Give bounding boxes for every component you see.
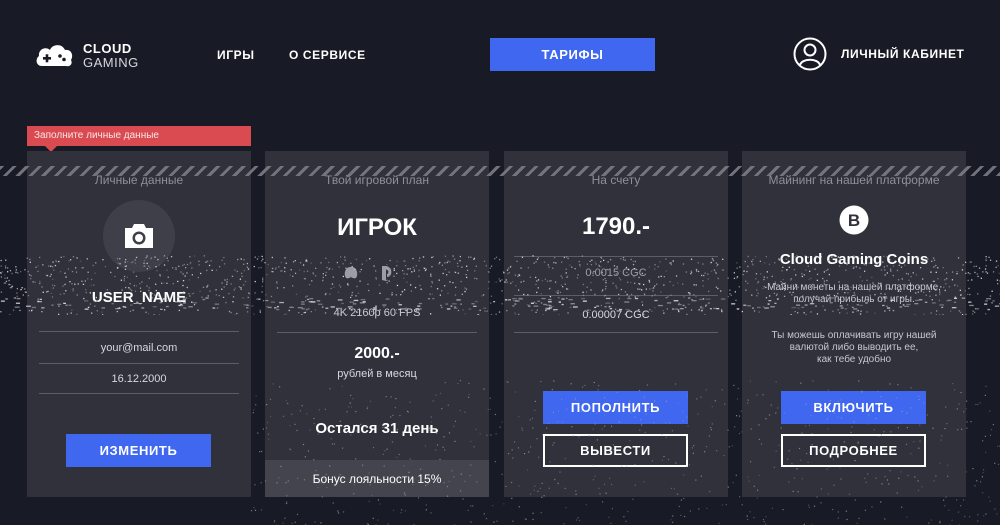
mining-text-line: как тебе удобно [816,354,892,365]
email-field: your@mail.com [100,342,178,354]
avatar-upload[interactable] [103,200,175,272]
withdraw-button[interactable]: ВЫВЕСТИ [543,434,688,467]
topup-button[interactable]: ПОПОЛНИТЬ [543,391,688,424]
logo-text-gaming: GAMING [83,55,139,70]
user-circle-icon [793,37,827,71]
balance-sub: 0.0015 CGC [585,267,647,279]
platform-logos-icon [344,266,392,281]
coin-name: Cloud Gaming Coins [779,251,929,268]
profile-card: Личные данные USER_NAME your@mail.com 16… [27,151,251,497]
nav-tariffs-button[interactable]: ТАРИФЫ [490,38,655,71]
divider [514,295,718,296]
striped-band [0,166,1000,176]
mining-text-line: получай прибыль от игры. [793,294,915,305]
nav-about[interactable]: О СЕРВИСЕ [289,48,366,62]
edit-profile-button[interactable]: ИЗМЕНИТЬ [66,434,211,467]
coins-amount: 0.00007 CGC [582,309,650,321]
mining-payment-info: Ты можешь оплачивать игру нашей валютой … [742,330,966,366]
birthdate-field: 16.12.2000 [111,373,167,385]
mining-text-line: валютой либо выводить ее, [789,342,919,353]
enable-mining-button[interactable]: ВКЛЮЧИТЬ [781,391,926,424]
mining-text-line: Ты можешь оплачивать игру нашей [771,330,937,341]
gamepad-cloud-icon [36,45,73,67]
mining-description: Майни монеты на нашей платформе, получай… [742,282,966,306]
account-link[interactable]: ЛИЧНЫЙ КАБИНЕТ [793,37,965,71]
account-label: ЛИЧНЫЙ КАБИНЕТ [841,47,965,61]
divider [39,393,239,394]
plan-remaining: Остался 31 день [315,420,439,437]
divider [277,332,477,333]
plan-name: ИГРОК [337,214,417,241]
balance-card: На счету 1790.- 0.0015 CGC 0.00007 CGC П… [504,151,728,497]
nav-games[interactable]: ИГРЫ [217,48,255,62]
divider [514,332,718,333]
divider [39,331,239,332]
logo-text-cloud: CLOUD [83,41,132,56]
platform-icons [265,264,489,284]
more-info-button[interactable]: ПОДРОБНЕЕ [781,434,926,467]
plan-price-unit: рублей в месяц [337,368,417,380]
mining-text-line: Майни монеты на нашей платформе, [767,282,941,293]
divider [514,256,718,257]
plan-quality: 4K 2160p 60 FPS [333,307,421,319]
camera-icon [125,224,153,248]
username: USER_NAME [91,289,187,306]
header: CLOUD GAMING ИГРЫ О СЕРВИСЕ ТАРИФЫ ЛИЧНЫ… [0,0,1000,110]
bitcoin-icon: B [839,205,869,235]
balance-amount: 1790.- [581,213,651,240]
loyalty-bonus: Бонус лояльности 15% [265,460,489,497]
plan-price: 2000.- [354,345,400,362]
mining-card: Майнинг на нашей платформе B Cloud Gamin… [742,151,966,497]
divider [39,363,239,364]
fill-profile-hint: Заполните личные данные [27,126,251,152]
svg-text:B: B [848,211,860,230]
plan-card: Твой игровой план ИГРОК 4K 2160p 60 FPS … [265,151,489,497]
logo[interactable]: CLOUD GAMING [34,40,139,72]
